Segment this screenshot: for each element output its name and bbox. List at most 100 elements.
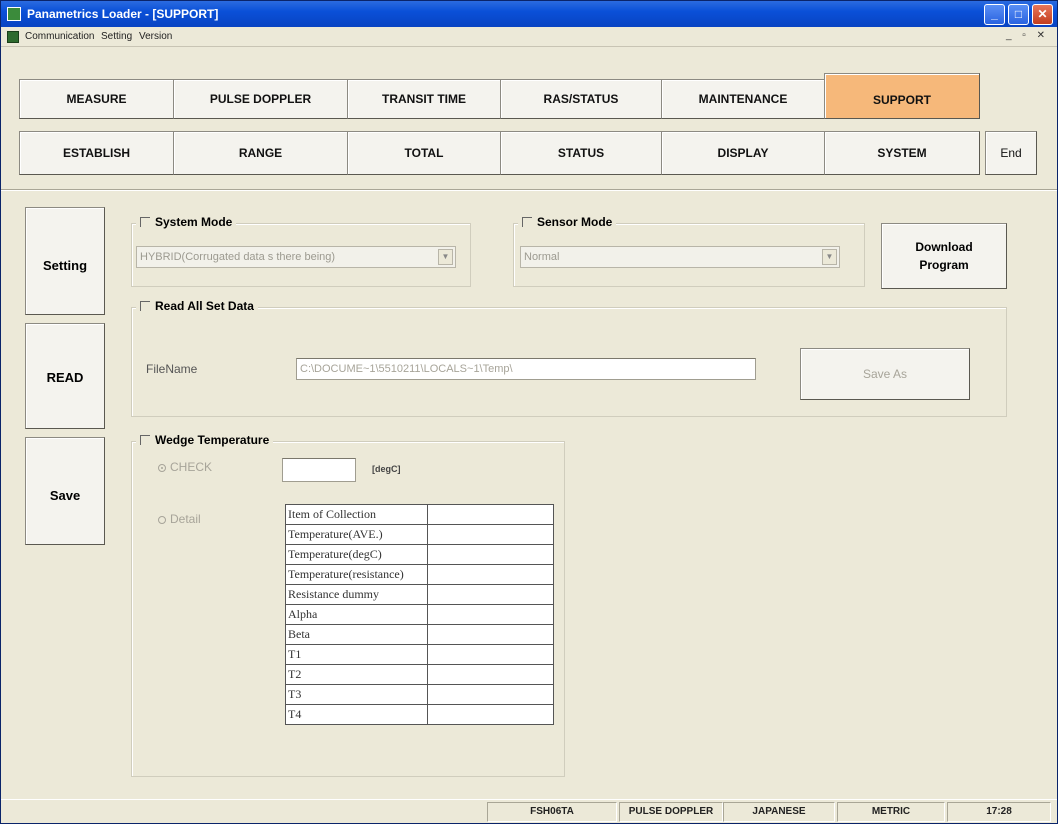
tab-maintenance[interactable]: MAINTENANCE xyxy=(661,79,825,119)
sensor-mode-select[interactable]: Normal ▼ xyxy=(520,246,840,268)
check-radio[interactable] xyxy=(158,463,166,472)
menu-setting[interactable]: Setting xyxy=(101,31,132,42)
table-cell-item: T1 xyxy=(285,644,428,665)
table-row: T3 xyxy=(285,684,554,705)
system-mode-label: System Mode xyxy=(155,215,233,229)
system-mode-checkbox[interactable] xyxy=(140,217,150,227)
wedge-temperature-checkbox[interactable] xyxy=(140,435,150,445)
filename-input[interactable]: C:\DOCUME~1\5510211\LOCALS~1\Temp\ xyxy=(296,358,756,380)
chevron-down-icon[interactable]: ▼ xyxy=(822,249,837,265)
filename-label: FileName xyxy=(146,362,198,376)
status-language: JAPANESE xyxy=(723,802,835,822)
save-button-label: Save xyxy=(49,488,81,503)
read-button-label: READ xyxy=(46,370,84,385)
read-all-set-data-legend[interactable]: Read All Set Data xyxy=(136,299,258,313)
window-title: Panametrics Loader - [SUPPORT] xyxy=(27,7,219,21)
table-cell-item: Alpha xyxy=(285,604,428,625)
app-icon xyxy=(7,7,21,21)
table-row: Temperature(AVE.) xyxy=(285,524,554,545)
table-cell-value[interactable] xyxy=(427,584,554,605)
system-mode-select[interactable]: HYBRID(Corrugated data s there being) ▼ xyxy=(136,246,456,268)
menu-bar: Communication Setting Version _ ▫ ✕ xyxy=(1,27,1057,47)
table-cell-value[interactable] xyxy=(427,704,554,725)
check-radio-option[interactable]: CHECK xyxy=(158,460,212,474)
download-program-button[interactable]: Download Program xyxy=(881,223,1007,289)
status-clock: 17:28 xyxy=(947,802,1051,822)
table-cell-item: Beta xyxy=(285,624,428,645)
chevron-down-icon[interactable]: ▼ xyxy=(438,249,453,265)
table-cell-value[interactable] xyxy=(427,684,554,705)
table-row: Alpha xyxy=(285,604,554,625)
wedge-detail-table: Item of Collection Temperature(AVE.) Tempe… xyxy=(285,504,554,725)
table-cell-item: T3 xyxy=(285,684,428,705)
sensor-mode-group: Sensor Mode Normal ▼ xyxy=(513,215,865,287)
table-row: T2 xyxy=(285,664,554,685)
tab-display[interactable]: DISPLAY xyxy=(661,131,825,175)
table-cell-item: Item of Collection xyxy=(285,504,428,525)
table-cell-value[interactable] xyxy=(427,604,554,625)
table-row: T1 xyxy=(285,644,554,665)
table-cell-value[interactable] xyxy=(427,544,554,565)
sensor-mode-legend[interactable]: Sensor Mode xyxy=(518,215,617,229)
system-mode-value: HYBRID(Corrugated data s there being) xyxy=(140,251,336,263)
download-program-label-2: Program xyxy=(919,258,969,272)
table-cell-item: Temperature(degC) xyxy=(285,544,428,565)
save-button[interactable]: Save xyxy=(25,437,105,545)
read-all-set-data-group: Read All Set Data FileName C:\DOCUME~1\5… xyxy=(131,299,1007,417)
title-bar[interactable]: Panametrics Loader - [SUPPORT] _ □ ✕ xyxy=(1,1,1057,27)
setting-button[interactable]: Setting xyxy=(25,207,105,315)
document-icon[interactable] xyxy=(7,31,19,43)
table-row: T4 xyxy=(285,704,554,725)
system-mode-group: System Mode HYBRID(Corrugated data s the… xyxy=(131,215,471,287)
table-row: Temperature(degC) xyxy=(285,544,554,565)
degc-unit-label: [degC] xyxy=(372,464,401,474)
tab-status[interactable]: STATUS xyxy=(500,131,662,175)
save-as-button[interactable]: Save As xyxy=(800,348,970,400)
check-radio-label: CHECK xyxy=(170,460,213,474)
detail-radio-option[interactable]: Detail xyxy=(158,512,201,526)
read-all-set-data-checkbox[interactable] xyxy=(140,301,150,311)
table-cell-item: T2 xyxy=(285,664,428,685)
tab-establish[interactable]: ESTABLISH xyxy=(19,131,174,175)
mdi-window-controls[interactable]: _ ▫ ✕ xyxy=(1006,30,1049,41)
minimize-button[interactable]: _ xyxy=(984,4,1005,25)
check-temperature-input[interactable] xyxy=(282,458,356,482)
tab-transit-time[interactable]: TRANSIT TIME xyxy=(347,79,501,119)
table-cell-value[interactable] xyxy=(427,564,554,585)
menu-communication[interactable]: Communication xyxy=(25,31,94,42)
app-window: Panametrics Loader - [SUPPORT] _ □ ✕ Com… xyxy=(0,0,1058,824)
table-cell-value[interactable] xyxy=(427,644,554,665)
setting-button-label: Setting xyxy=(42,258,88,273)
close-button[interactable]: ✕ xyxy=(1032,4,1053,25)
tab-support[interactable]: SUPPORT xyxy=(824,73,980,119)
tab-ras-status[interactable]: RAS/STATUS xyxy=(500,79,662,119)
menu-version[interactable]: Version xyxy=(139,31,172,42)
system-mode-legend[interactable]: System Mode xyxy=(136,215,237,229)
table-row: Resistance dummy xyxy=(285,584,554,605)
table-row: Temperature(resistance) xyxy=(285,564,554,585)
maximize-button[interactable]: □ xyxy=(1008,4,1029,25)
table-row: Item of Collection xyxy=(285,504,554,525)
table-cell-value[interactable] xyxy=(427,524,554,545)
wedge-temperature-legend[interactable]: Wedge Temperature xyxy=(136,433,274,447)
table-cell-item: Temperature(resistance) xyxy=(285,564,428,585)
toolbar-divider xyxy=(1,189,1057,191)
status-model: FSH06TA xyxy=(487,802,617,822)
tab-total[interactable]: TOTAL xyxy=(347,131,501,175)
table-cell-item: Resistance dummy xyxy=(285,584,428,605)
wedge-temperature-label: Wedge Temperature xyxy=(155,433,270,447)
table-cell-value[interactable] xyxy=(427,504,554,525)
status-mode: PULSE DOPPLER xyxy=(619,802,723,822)
download-program-label-1: Download xyxy=(915,240,973,254)
detail-radio[interactable] xyxy=(158,515,166,524)
table-cell-value[interactable] xyxy=(427,664,554,685)
table-cell-value[interactable] xyxy=(427,624,554,645)
tab-range[interactable]: RANGE xyxy=(173,131,348,175)
tab-measure[interactable]: MEASURE xyxy=(19,79,174,119)
sensor-mode-value: Normal xyxy=(524,251,560,263)
read-button[interactable]: READ xyxy=(25,323,105,429)
tab-pulse-doppler[interactable]: PULSE DOPPLER xyxy=(173,79,348,119)
end-button[interactable]: End xyxy=(985,131,1037,175)
sensor-mode-checkbox[interactable] xyxy=(522,217,532,227)
tab-system[interactable]: SYSTEM xyxy=(824,131,980,175)
